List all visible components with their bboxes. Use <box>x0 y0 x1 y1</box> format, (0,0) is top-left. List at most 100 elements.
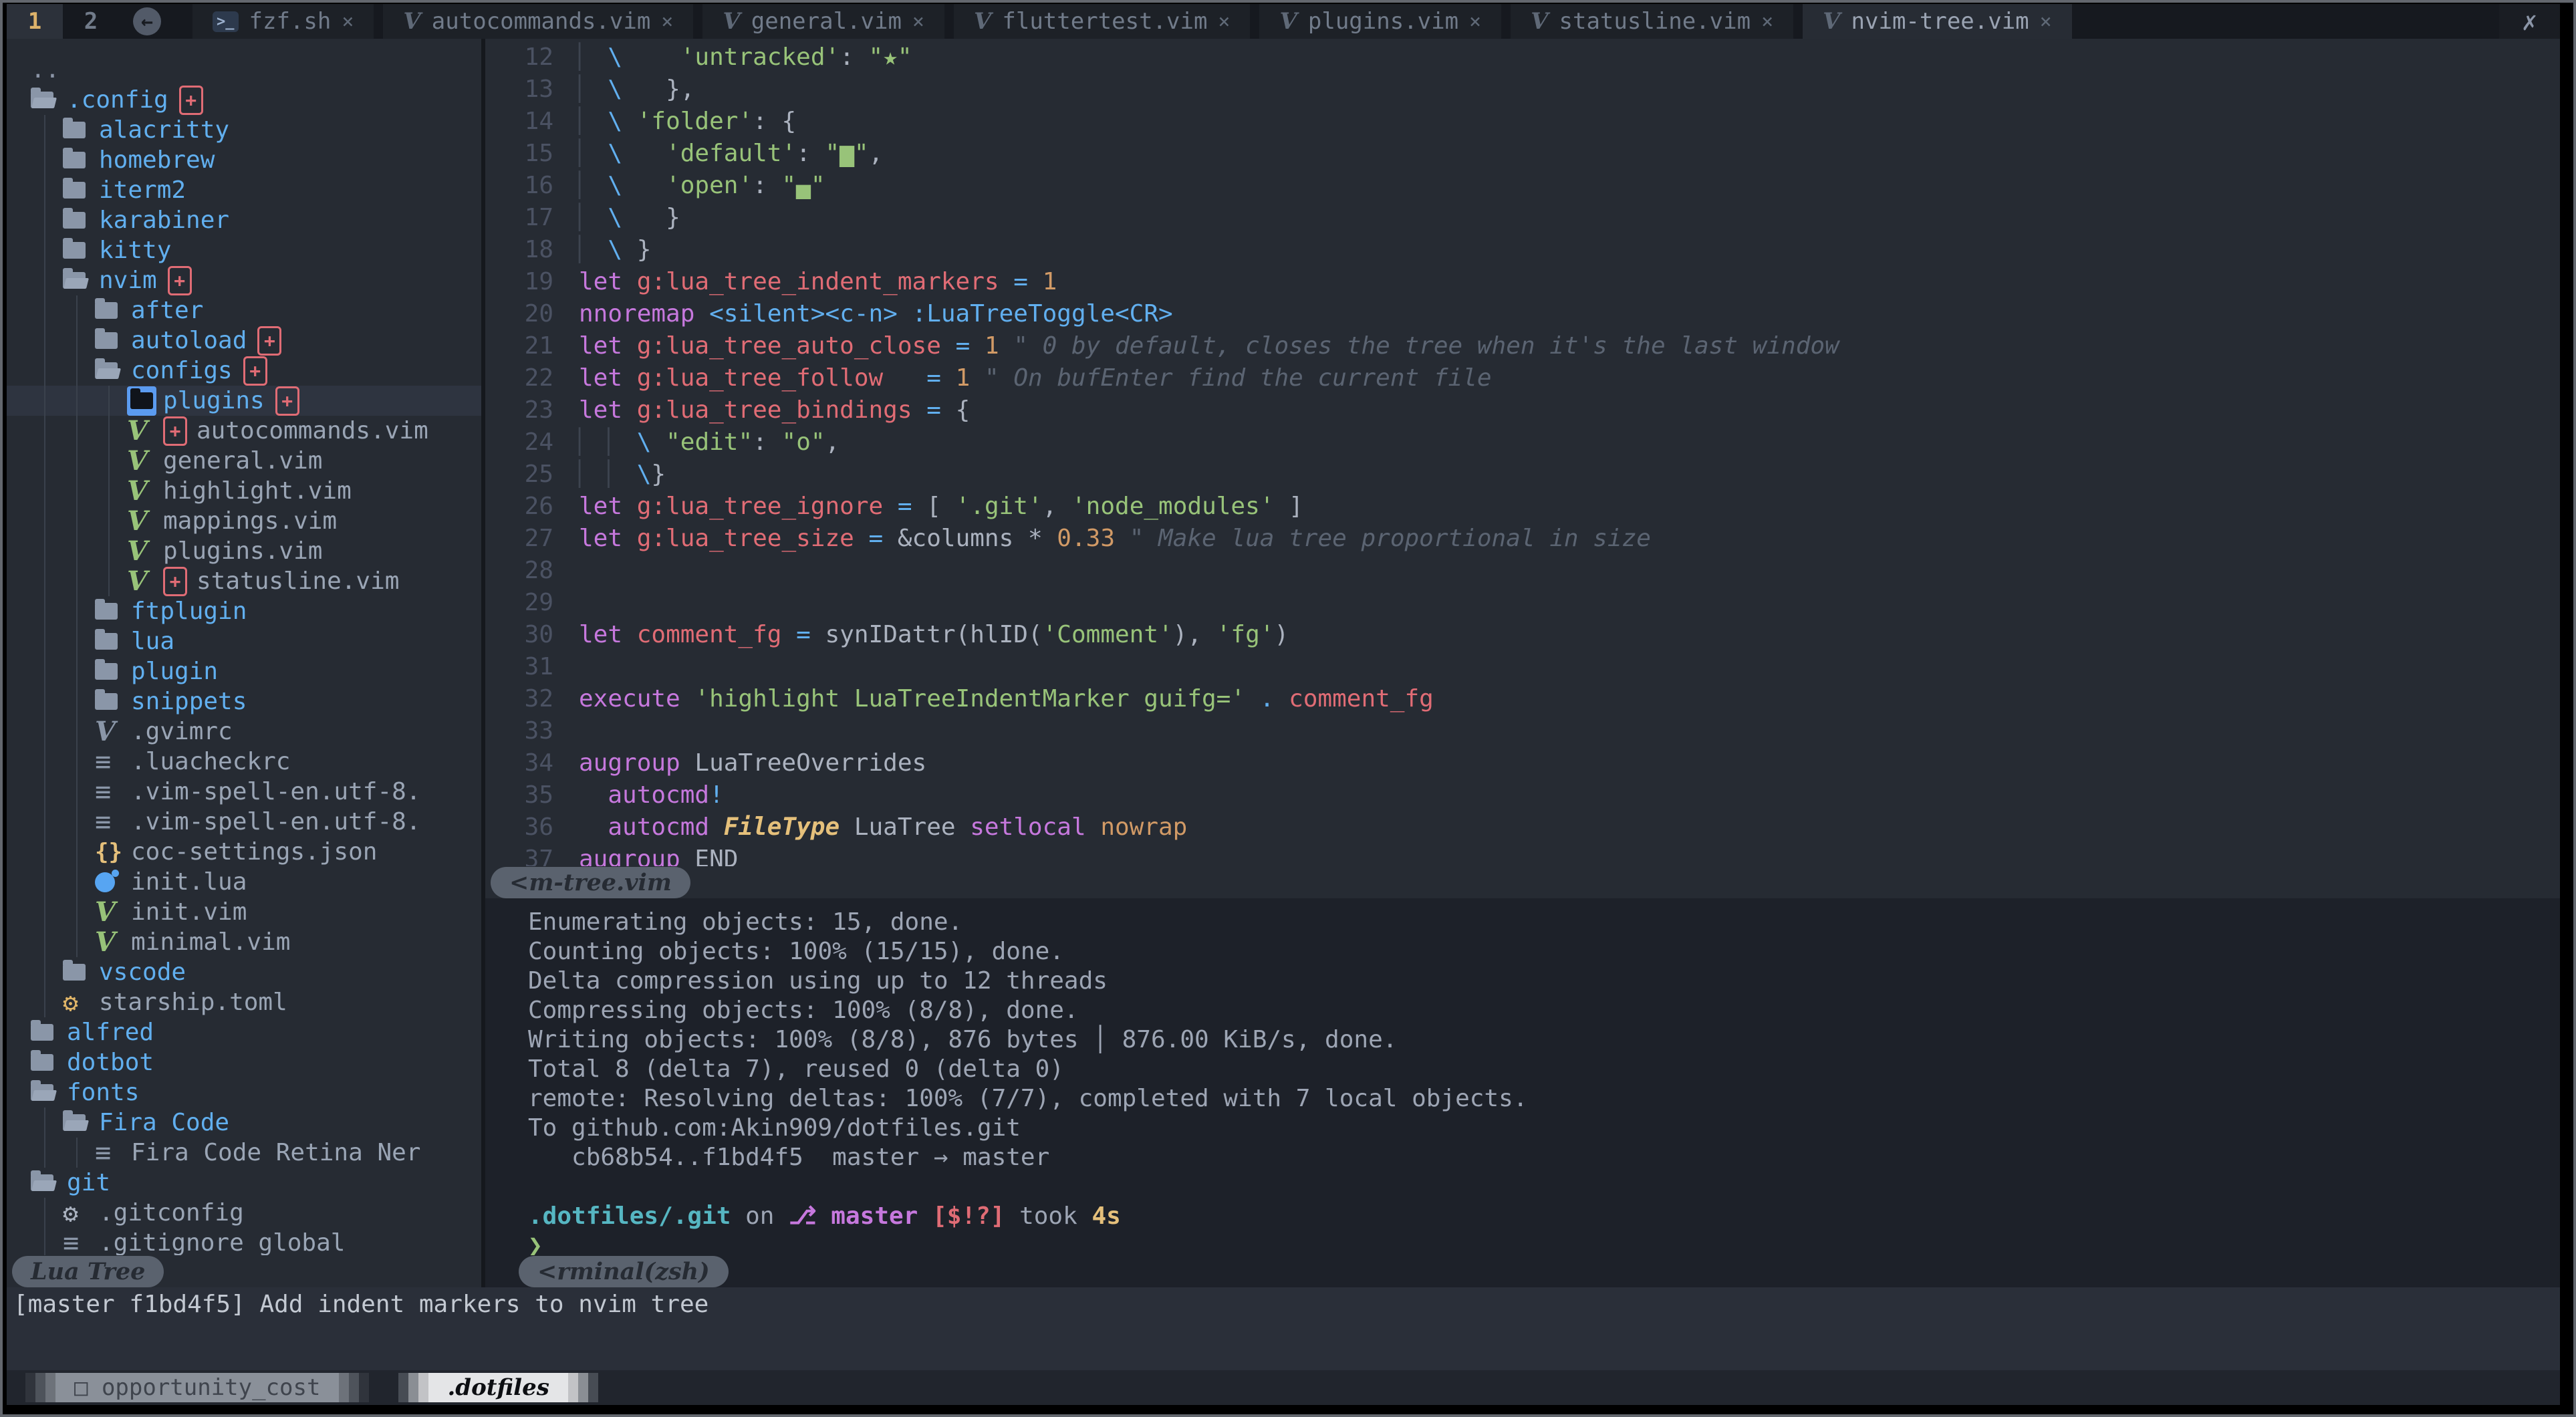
code-token: Enumerating objects: 15, done. <box>528 908 962 936</box>
tree-item-init.lua[interactable]: init.lua <box>7 867 481 897</box>
tree-item-statusline.vim[interactable]: V+statusline.vim <box>7 566 481 596</box>
folder-icon <box>63 182 99 199</box>
line-number: 19 <box>485 266 579 298</box>
line-number: 30 <box>485 619 579 651</box>
editor[interactable]: 12▏ \ 'untracked': "★"13▏ \ },14▏ \ 'fol… <box>485 39 2560 866</box>
tree-item-minimal.vim[interactable]: Vminimal.vim <box>7 927 481 957</box>
buffer-tab-plugins.vim[interactable]: Vplugins.vim× <box>1259 4 1501 39</box>
code-token: synIDattr(hlID( <box>811 621 1043 648</box>
tree-item-snippets[interactable]: snippets <box>7 686 481 717</box>
tree-item-label: alacritty <box>99 116 229 144</box>
tree-item-autoload[interactable]: autoload+ <box>7 326 481 356</box>
code-token: 0.33 <box>1057 525 1115 552</box>
editor-line-text: let g:lua_tree_bindings = { <box>579 394 970 426</box>
vim-tab-1[interactable]: 1 <box>7 4 63 39</box>
tree-item-fonts[interactable]: fonts <box>7 1077 481 1108</box>
folder-icon <box>63 182 86 199</box>
buffer-tab-autocommands.vim[interactable]: Vautocommands.vim× <box>383 4 693 39</box>
tree-item-configs[interactable]: configs+ <box>7 356 481 386</box>
tab-close-icon[interactable]: × <box>2040 10 2052 33</box>
buffer-tab-label: nvim-tree.vim <box>1851 8 2029 35</box>
tab-close-icon[interactable]: × <box>1218 10 1230 33</box>
tree-indent-guide <box>31 897 63 927</box>
terminal-title-pill: <rminal(zsh) <box>519 1256 729 1287</box>
vim-tab-2[interactable]: 2 <box>63 4 119 39</box>
buffer-tab-nvim-tree.vim[interactable]: Vnvim-tree.vim × <box>1803 4 2072 39</box>
tree-item-label: plugin <box>131 658 218 685</box>
tree-item-.gitignoreglobal[interactable]: ≡.gitignore_global <box>7 1228 481 1255</box>
tree-item-.vim-spell-en.utf-8.[interactable]: ≡.vim-spell-en.utf-8. <box>7 777 481 807</box>
tab-close-icon[interactable]: × <box>661 10 673 33</box>
tree-item-general.vim[interactable]: Vgeneral.vim <box>7 446 481 476</box>
tab-close-icon[interactable]: × <box>1469 10 1481 33</box>
back-button[interactable]: ← <box>119 4 175 39</box>
buffer-tab-fluttertest.vim[interactable]: Vfluttertest.vim× <box>954 4 1251 39</box>
tree-item-plugin[interactable]: plugin <box>7 656 481 686</box>
tree-item-dotbot[interactable]: dotbot <box>7 1047 481 1077</box>
buffer-tab-statusline.vim[interactable]: Vstatusline.vim× <box>1511 4 1793 39</box>
tree-item-ftplugin[interactable]: ftplugin <box>7 596 481 626</box>
tree-item-label: .gvimrc <box>131 718 233 745</box>
code-token <box>970 332 985 360</box>
tree-item-alfred[interactable]: alfred <box>7 1017 481 1047</box>
lua-icon <box>95 872 131 892</box>
tree-item-.gvimrc[interactable]: V.gvimrc <box>7 717 481 747</box>
tree-item-.gitconfig[interactable]: ⚙.gitconfig <box>7 1198 481 1228</box>
tree-item-init.vim[interactable]: Vinit.vim <box>7 897 481 927</box>
code-token: , <box>1043 493 1071 520</box>
tree-item-.config[interactable]: .config+ <box>7 85 481 115</box>
tree-item-alacritty[interactable]: alacritty <box>7 115 481 145</box>
tree-indent-guide <box>95 506 127 536</box>
terminal-line: .dotfiles/.git on ⎇ master [$!?] took 4s <box>528 1202 2560 1231</box>
editor-line-text: nnoremap <silent><c-n> :LuaTreeToggle<CR… <box>579 298 1173 330</box>
tree-item-.luacheckrc[interactable]: ≡.luacheckrc <box>7 747 481 777</box>
tree-indent-guide <box>63 867 95 897</box>
buffer-tab-fzf.sh[interactable]: >_fzf.sh× <box>192 4 374 39</box>
tmux-window-label: .dotfiles <box>428 1373 567 1402</box>
terminal[interactable]: Enumerating objects: 15, done.Counting o… <box>485 898 2560 1255</box>
tree-item-nvim[interactable]: nvim+ <box>7 265 481 295</box>
vim-icon: V <box>1823 8 1840 35</box>
tree-item-FiraCodeRetinaNer[interactable]: ≡Fira Code Retina Ner <box>7 1138 481 1168</box>
tree-item-highlight.vim[interactable]: Vhighlight.vim <box>7 476 481 506</box>
tree-indent-guide <box>63 506 95 536</box>
tab-close-icon[interactable]: × <box>342 10 354 33</box>
tree-item-vscode[interactable]: vscode <box>7 957 481 987</box>
tree-item-kitty[interactable]: kitty <box>7 235 481 265</box>
json-icon: {} <box>95 839 131 866</box>
editor-line: 18▏ \ } <box>485 234 2560 266</box>
tree-item-karabiner[interactable]: karabiner <box>7 205 481 235</box>
vim-icon: V <box>127 565 163 597</box>
tree-item-autocommands.vim[interactable]: V+autocommands.vim <box>7 416 481 446</box>
tab-close-icon[interactable]: × <box>912 10 924 33</box>
tree-item-starship.toml[interactable]: ⚙starship.toml <box>7 987 481 1017</box>
tree-item-.vim-spell-en.utf-8.[interactable]: ≡.vim-spell-en.utf-8. <box>7 807 481 837</box>
code-token: FileType <box>724 813 840 841</box>
folder-icon <box>63 242 86 259</box>
tree-item-after[interactable]: after <box>7 295 481 326</box>
code-token: "▄" <box>781 172 825 199</box>
tree-item-coc-settings.json[interactable]: {}coc-settings.json <box>7 837 481 867</box>
code-token <box>622 396 637 424</box>
code-token: augroup <box>579 846 680 866</box>
tab-close-icon[interactable]: × <box>1761 10 1773 33</box>
editor-line: 13▏ \ }, <box>485 74 2560 106</box>
tree-item-lua[interactable]: lua <box>7 626 481 656</box>
tmux-window-.dotfiles[interactable]: .dotfiles <box>398 1373 598 1402</box>
new-file-badge: + <box>243 356 267 386</box>
tree-item-iterm2[interactable]: iterm2 <box>7 175 481 205</box>
buffer-tab-general.vim[interactable]: Vgeneral.vim× <box>702 4 944 39</box>
tmux-window-opportunity_cost[interactable]: □ opportunity_cost <box>25 1373 369 1402</box>
tree-item-homebrew[interactable]: homebrew <box>7 145 481 175</box>
tree-item-git[interactable]: git <box>7 1168 481 1198</box>
editor-line: 31 <box>485 651 2560 683</box>
line-number: 20 <box>485 298 579 330</box>
tree-item-mappings.vim[interactable]: Vmappings.vim <box>7 506 481 536</box>
tree-item-FiraCode[interactable]: Fira Code <box>7 1108 481 1138</box>
tree-item-plugins.vim[interactable]: Vplugins.vim <box>7 536 481 566</box>
editor-line-text: augroup END <box>579 844 738 866</box>
tree-item-plugins[interactable]: plugins+ <box>7 386 481 416</box>
tabline-close-button[interactable]: ✗ <box>2499 4 2560 39</box>
tree-indent-guide <box>31 927 63 957</box>
tree-item-..[interactable]: .. <box>7 55 481 85</box>
